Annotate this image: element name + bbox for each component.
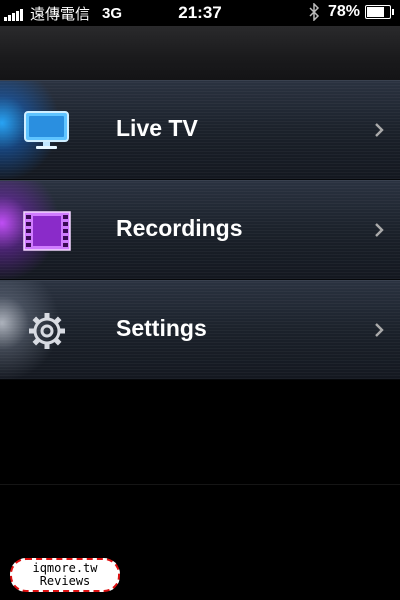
gear-icon (29, 313, 65, 349)
status-right: 78% (308, 3, 394, 21)
divider (0, 484, 400, 485)
main-menu: Live TV Recordings Settings (0, 80, 400, 380)
battery-percent: 78% (327, 3, 360, 20)
menu-item-label: Live TV (116, 115, 198, 141)
menu-item-settings[interactable]: Settings (0, 280, 400, 380)
battery-icon (365, 5, 391, 19)
tv-icon (24, 111, 69, 149)
menu-item-label: Settings (116, 315, 207, 341)
bluetooth-icon (309, 3, 320, 21)
battery-tip (392, 9, 394, 15)
watermark-line-1: iqmore.tw (32, 561, 98, 575)
film-icon (23, 211, 71, 251)
battery-level-fill (367, 7, 384, 17)
menu-item-label: Recordings (116, 215, 243, 241)
navigation-bar (0, 26, 400, 81)
chevron-right-icon (375, 323, 384, 337)
watermark-stamp: iqmore.tw Reviews (10, 558, 120, 592)
status-bar: 遠傳電信 3G 21:37 78% (0, 0, 400, 26)
chevron-right-icon (375, 223, 384, 237)
chevron-right-icon (375, 123, 384, 137)
menu-item-recordings[interactable]: Recordings (0, 180, 400, 280)
watermark-line-2: Reviews (39, 574, 91, 588)
menu-item-live-tv[interactable]: Live TV (0, 80, 400, 180)
